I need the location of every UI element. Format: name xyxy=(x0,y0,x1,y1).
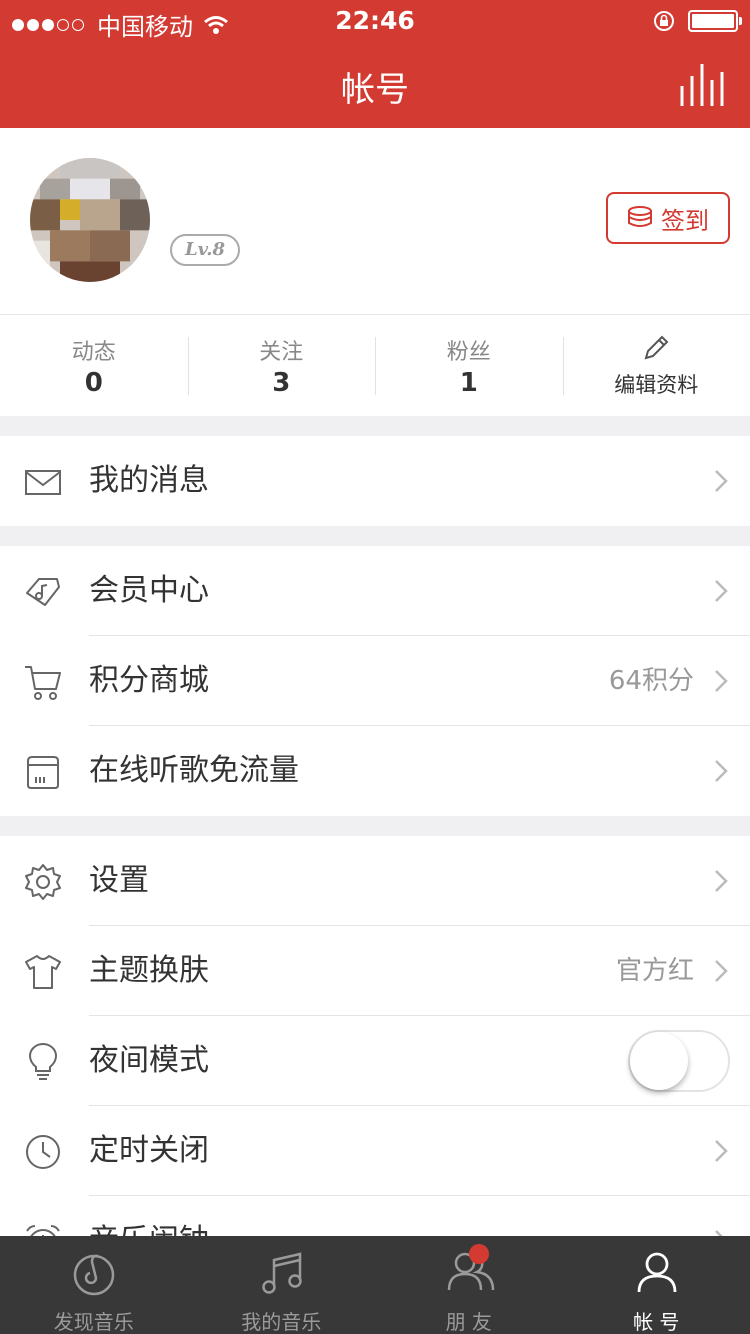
menu-label: 夜间模式 xyxy=(89,1043,209,1078)
stat-following[interactable]: 关注 3 xyxy=(187,315,376,416)
tab-friends[interactable]: 朋 友 xyxy=(375,1236,563,1334)
tab-label: 发现音乐 xyxy=(53,1310,134,1334)
theme-value: 官方红 xyxy=(615,956,694,986)
stat-posts[interactable]: 动态 0 xyxy=(0,315,188,416)
lightbulb-icon xyxy=(28,1043,58,1080)
menu-item-night-mode: 夜间模式 xyxy=(0,1016,750,1106)
sim-card-icon xyxy=(27,756,59,789)
menu-item-settings[interactable]: 设置 xyxy=(0,836,750,926)
pencil-icon xyxy=(644,335,669,359)
cart-icon xyxy=(25,666,61,700)
chevron-right-icon xyxy=(715,470,728,492)
page-title: 帐号 xyxy=(341,70,409,110)
chevron-right-icon xyxy=(715,960,728,982)
menu-label: 积分商城 xyxy=(89,663,209,698)
tab-label: 我的音乐 xyxy=(241,1310,322,1334)
edit-profile-button[interactable]: 编辑资料 xyxy=(562,315,750,416)
tab-label: 朋 友 xyxy=(445,1310,492,1334)
stats-bar: 动态 0 关注 3 粉丝 1 编辑资料 xyxy=(0,314,750,416)
tab-discover[interactable]: 发现音乐 xyxy=(0,1236,188,1334)
stat-label: 关注 xyxy=(259,339,304,365)
menu-item-messages[interactable]: 我的消息 xyxy=(0,436,750,526)
stat-label: 粉丝 xyxy=(446,339,491,365)
bottom-tab-bar: 发现音乐 我的音乐 朋 友 帐 号 xyxy=(0,1236,750,1334)
app-header: 中国移动 22:46 帐号 xyxy=(0,0,750,128)
menu-label: 设置 xyxy=(89,863,149,898)
edit-profile-label: 编辑资料 xyxy=(614,372,699,397)
chevron-right-icon xyxy=(715,1230,723,1236)
menu-group-services: 会员中心 积分商城 64积分 在线听歌免流量 xyxy=(0,546,750,816)
tab-account[interactable]: 帐 号 xyxy=(563,1236,750,1334)
menu-label: 我的消息 xyxy=(89,463,209,498)
chevron-right-icon xyxy=(715,1140,728,1162)
chevron-right-icon xyxy=(715,670,728,692)
menu-item-vip[interactable]: 会员中心 xyxy=(0,546,750,636)
chevron-right-icon xyxy=(715,870,728,892)
coins-icon xyxy=(628,206,652,227)
user-icon xyxy=(637,1252,676,1293)
vip-tag-icon xyxy=(26,578,60,606)
menu-label: 会员中心 xyxy=(89,573,209,608)
chevron-right-icon xyxy=(715,580,728,602)
menu-item-sleep-timer[interactable]: 定时关闭 xyxy=(0,1106,750,1196)
points-value: 64积分 xyxy=(608,666,694,696)
chevron-right-icon xyxy=(715,760,728,782)
music-note-icon xyxy=(261,1252,302,1294)
signin-button[interactable]: 签到 xyxy=(606,192,730,244)
menu-label: 主题换肤 xyxy=(89,953,209,988)
stat-followers[interactable]: 粉丝 1 xyxy=(375,315,563,416)
clock-icon xyxy=(26,1135,60,1169)
tab-label: 帐 号 xyxy=(633,1310,680,1334)
stat-value: 0 xyxy=(84,367,103,398)
menu-item-points-mall[interactable]: 积分商城 64积分 xyxy=(0,636,750,726)
mail-icon xyxy=(25,470,61,495)
level-badge: Lv.8 xyxy=(170,234,240,266)
status-time: 22:46 xyxy=(335,6,415,35)
gear-icon xyxy=(25,864,61,900)
menu-item-music-alarm[interactable]: 音乐闹钟 xyxy=(0,1196,750,1236)
profile-card: Lv.8 签到 xyxy=(0,128,750,314)
signin-label: 签到 xyxy=(661,206,709,235)
stat-value: 1 xyxy=(459,367,478,398)
status-bar: 中国移动 22:46 xyxy=(0,0,750,41)
orientation-lock-icon xyxy=(654,11,674,31)
stat-label: 动态 xyxy=(71,339,116,365)
menu-item-theme[interactable]: 主题换肤 官方红 xyxy=(0,926,750,1016)
battery-icon xyxy=(688,10,742,32)
menu-item-free-data[interactable]: 在线听歌免流量 xyxy=(0,726,750,816)
alarm-clock-icon xyxy=(26,1225,60,1236)
notification-badge xyxy=(469,1244,489,1264)
menu-group-messages: 我的消息 xyxy=(0,436,750,526)
menu-label: 音乐闹钟 xyxy=(89,1196,209,1236)
tab-my-music[interactable]: 我的音乐 xyxy=(188,1236,376,1334)
menu-group-settings: 设置 主题换肤 官方红 夜间模式 定时关闭 xyxy=(0,836,750,1236)
now-playing-icon[interactable] xyxy=(680,64,724,106)
avatar[interactable] xyxy=(30,158,150,282)
menu-label: 在线听歌免流量 xyxy=(89,753,299,788)
stat-value: 3 xyxy=(272,367,291,398)
menu-label: 定时关闭 xyxy=(89,1133,209,1168)
night-mode-toggle[interactable] xyxy=(628,1030,730,1092)
netease-music-icon xyxy=(73,1254,115,1296)
tshirt-icon xyxy=(25,955,61,989)
